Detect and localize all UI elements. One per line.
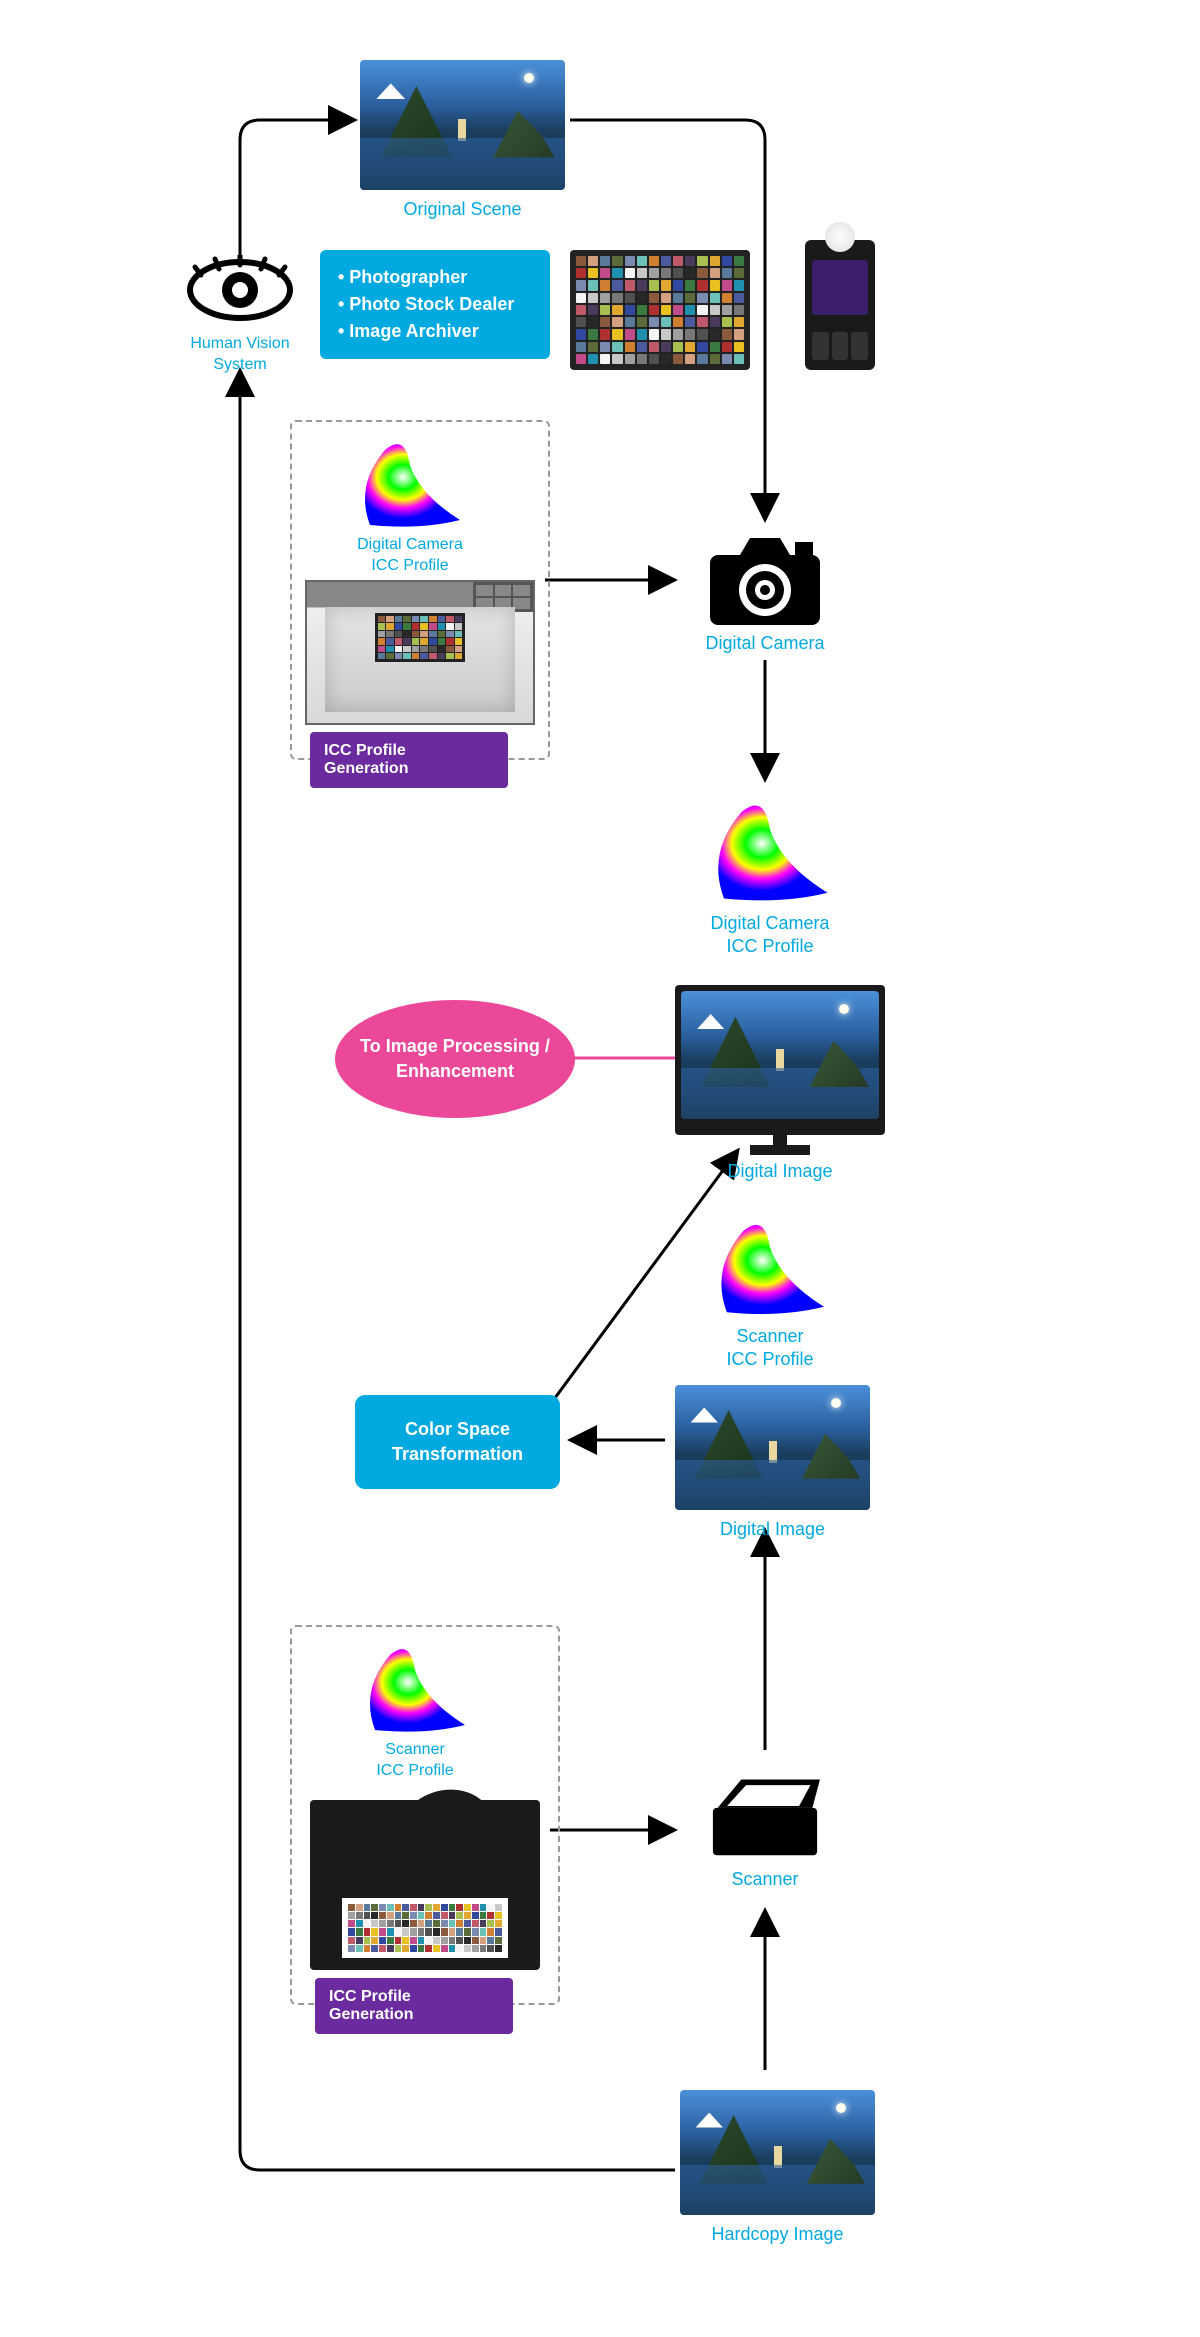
light-meter-device — [805, 240, 875, 370]
digital-camera-label: Digital Camera — [685, 632, 845, 655]
digital-image-2 — [675, 1385, 870, 1510]
light-booth-device — [305, 580, 535, 725]
scanner-node — [705, 1770, 825, 1865]
camera-icon — [705, 530, 825, 630]
camera-gamut-icon-2 — [700, 795, 840, 910]
digital-camera-node — [705, 530, 825, 635]
role-archiver: • Image Archiver — [338, 318, 532, 345]
cst-box: Color Space Transformation — [355, 1395, 560, 1489]
human-vision-label-l1: Human Vision — [190, 335, 289, 352]
scanner-icc-label-1: Scanner ICC Profile — [690, 1325, 850, 1372]
digital-image-label-1: Digital Image — [680, 1160, 880, 1183]
original-scene-image — [360, 60, 565, 190]
hardcopy-image — [680, 2090, 875, 2215]
to-processing-node: To Image Processing / Enhancement — [335, 1000, 575, 1118]
human-vision-label-l2: System — [213, 356, 266, 373]
color-checker-chart — [570, 250, 750, 370]
scanner-label: Scanner — [705, 1868, 825, 1891]
monitor-device — [675, 985, 885, 1135]
scanner-calibration-device — [310, 1800, 540, 1970]
camera-gamut-icon — [350, 435, 470, 535]
scanner-icc-label-2: Scanner ICC Profile — [335, 1740, 495, 1782]
scanner-gamut-icon-1 — [705, 1215, 835, 1323]
camera-icc-label-2: Digital Camera ICC Profile — [680, 912, 860, 959]
icc-gen-label-1: ICC Profile Generation — [310, 732, 508, 788]
camera-icc-label: Digital Camera ICC Profile — [320, 535, 500, 577]
scanner-icon — [705, 1770, 825, 1860]
eye-icon — [185, 255, 295, 325]
original-scene-label: Original Scene — [360, 198, 565, 221]
scanner-gamut-icon-2 — [355, 1640, 475, 1740]
roles-box: • Photographer • Photo Stock Dealer • Im… — [320, 250, 550, 359]
role-photographer: • Photographer — [338, 264, 532, 291]
icc-gen-label-2: ICC Profile Generation — [315, 1978, 513, 2034]
hardcopy-label: Hardcopy Image — [680, 2223, 875, 2246]
digital-image-label-2: Digital Image — [675, 1518, 870, 1541]
role-stock-dealer: • Photo Stock Dealer — [338, 291, 532, 318]
human-vision-node: Human Vision System — [185, 255, 295, 376]
